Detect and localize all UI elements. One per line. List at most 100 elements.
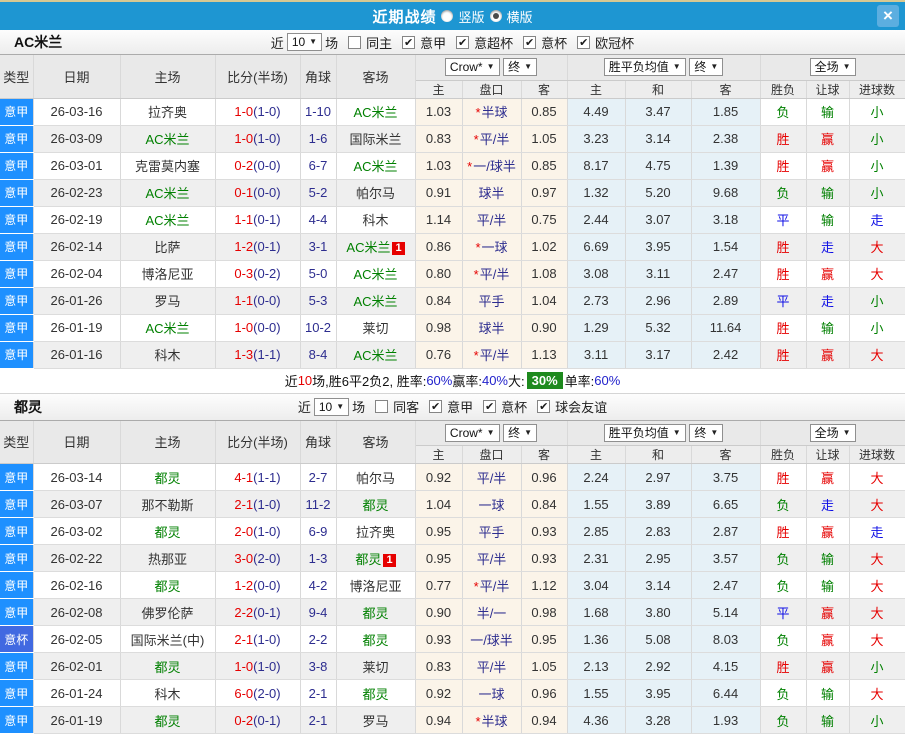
handicap-away-odds: 1.05 [521, 652, 568, 680]
odds-draw: 3.95 [625, 233, 692, 261]
odds-away: 2.47 [691, 260, 761, 288]
team-label: 都灵 [154, 578, 181, 594]
league-checkbox-球会友谊[interactable] [537, 400, 551, 413]
radio-vertical-label[interactable]: 竖版 [458, 7, 484, 26]
league-label[interactable]: 意甲 [447, 397, 473, 416]
final-select[interactable]: 终 ▼ [689, 58, 724, 77]
halftime-score: (0-1) [253, 712, 281, 728]
same-venue-checkbox[interactable] [348, 35, 362, 49]
odds-home: 2.13 [567, 652, 626, 680]
goals-result-cell: 大 [849, 625, 905, 653]
close-icon[interactable]: × [877, 5, 899, 27]
final-select[interactable]: 终 ▼ [503, 423, 538, 442]
col-header: 比分(半场) [215, 55, 301, 99]
sub-col-header: 胜负 [760, 80, 807, 99]
odds-home: 6.69 [567, 233, 626, 261]
col-header: 类型 [0, 420, 34, 464]
halftime-score: (1-0) [253, 496, 281, 512]
handicap-away-odds: 1.05 [521, 125, 568, 153]
handicap-away-odds: 0.84 [521, 490, 568, 518]
handicap-cell: 一球 [462, 679, 522, 707]
goals-result-cell: 小 [849, 98, 905, 126]
match-count-select[interactable]: 10 ▼ [286, 33, 323, 51]
team-label: 莱切 [362, 321, 389, 336]
halftime-score: (1-0) [253, 631, 281, 647]
league-label[interactable]: 意杯 [501, 397, 527, 416]
league-label[interactable]: 意甲 [420, 33, 446, 52]
handicap-cell: 球半 [462, 314, 522, 342]
date-cell: 26-02-23 [33, 179, 121, 207]
odds-home: 2.31 [567, 544, 626, 572]
fulltime-score: 4-1 [234, 469, 254, 485]
table-row: 意甲 26-03-16 拉齐奥 1-0(1-0) 1-10 AC米兰 1.03 *半球 0.85… [0, 98, 905, 126]
handicap-away-odds: 0.85 [521, 152, 568, 180]
league-checkbox-意杯[interactable] [483, 400, 497, 413]
results-table: 类型 日期 主场 比分(半场) 角球 客场 Crow* ▼ 终 ▼ 胜平负均值 ▼ 终 ▼ 全场 ▼ 主盘口… [0, 420, 905, 734]
same-venue-checkbox[interactable] [375, 400, 389, 413]
league-checkbox-意杯[interactable] [523, 35, 537, 49]
league-checkbox-意甲[interactable] [402, 35, 416, 49]
team-label: 帕尔马 [355, 186, 395, 201]
radio-horizontal-layout[interactable] [489, 10, 502, 22]
team-label: 都灵 [154, 659, 181, 675]
team-label: 佛罗伦萨 [141, 605, 194, 621]
corner-cell: 5-2 [300, 179, 337, 207]
league-label[interactable]: 意超杯 [474, 33, 513, 52]
handicap-cell: 一球 [462, 490, 522, 518]
odds-type-select[interactable]: 胜平负均值 ▼ [603, 58, 686, 77]
goals-result-cell: 小 [849, 706, 905, 734]
league-checkbox-欧冠杯[interactable] [577, 35, 591, 49]
match-count-select[interactable]: 10 ▼ [313, 397, 350, 416]
handicap-result-cell: 输 [806, 98, 850, 126]
chevron-down-icon: ▼ [672, 427, 681, 437]
radio-vertical-layout[interactable] [441, 10, 454, 22]
handicap-cell: *一/球半 [462, 152, 522, 180]
league-type-cell: 意甲 [0, 463, 34, 491]
radio-horizontal-label[interactable]: 横版 [507, 7, 533, 26]
col-header: 客场 [336, 55, 416, 99]
date-cell: 26-02-04 [33, 260, 121, 288]
handicap-name: 一/球半 [470, 632, 513, 648]
team-label: 帕尔马 [355, 470, 395, 486]
match-count-select-value: 10 [318, 399, 333, 414]
bookmaker-select[interactable]: Crow* ▼ [444, 423, 500, 442]
team-cell: 国际米兰(中) [120, 625, 216, 653]
goals-result-cell: 走 [849, 517, 905, 545]
result-cell: 负 [760, 679, 807, 707]
team-cell-self: AC米兰 [120, 206, 216, 234]
score-cell: 0-2(0-1) [215, 706, 301, 734]
team-cell-self: 都灵 [336, 679, 416, 707]
corner-cell: 2-2 [300, 625, 337, 653]
date-cell: 26-02-14 [33, 233, 121, 261]
fulltime-score: 1-2 [234, 577, 254, 593]
fullmatch-group-header: 全场 ▼ [760, 420, 905, 446]
team-cell: 拉齐奥 [336, 517, 416, 545]
final-select[interactable]: 终 ▼ [689, 423, 724, 442]
sub-col-header: 盘口 [462, 445, 522, 464]
col-header: 角球 [300, 55, 337, 99]
same-venue-label[interactable]: 同客 [393, 397, 419, 416]
odds-draw: 2.92 [625, 652, 692, 680]
team-cell: 博洛尼亚 [336, 571, 416, 599]
same-venue-label[interactable]: 同主 [366, 33, 392, 52]
team-label: 都灵 [154, 470, 181, 486]
scope-select-value: 全场 [814, 60, 839, 75]
league-checkbox-意超杯[interactable] [456, 35, 470, 49]
scope-select[interactable]: 全场 ▼ [809, 423, 856, 442]
league-checkbox-意甲[interactable] [429, 400, 443, 413]
final-select-value: 终 [694, 60, 707, 75]
summary-text: 近 [284, 374, 298, 389]
scope-select[interactable]: 全场 ▼ [809, 58, 856, 77]
league-label[interactable]: 意杯 [541, 33, 567, 52]
odds-type-select[interactable]: 胜平负均值 ▼ [603, 423, 686, 442]
odds-draw: 3.47 [625, 98, 692, 126]
score-cell: 1-0(0-0) [215, 314, 301, 342]
league-label[interactable]: 球会友谊 [555, 397, 607, 416]
odds-away: 2.87 [691, 517, 761, 545]
corner-cell: 3-1 [300, 233, 337, 261]
sub-col-header: 进球数 [849, 445, 905, 464]
final-select[interactable]: 终 ▼ [503, 58, 538, 77]
handicap-result-cell: 赢 [806, 625, 850, 653]
league-label[interactable]: 欧冠杯 [595, 33, 634, 52]
bookmaker-select[interactable]: Crow* ▼ [444, 58, 500, 77]
